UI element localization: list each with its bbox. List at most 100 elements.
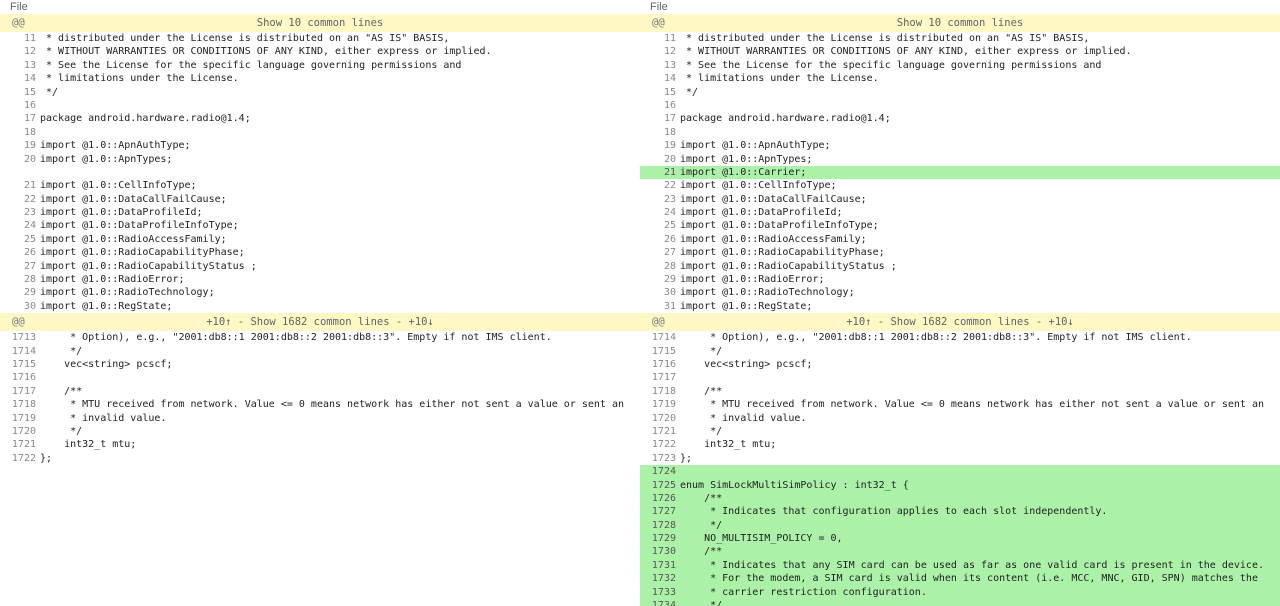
line-text: import @1.0::RadioTechnology; xyxy=(40,287,215,299)
code-line: 29 import @1.0::RadioError; xyxy=(640,273,1280,286)
line-text: * Indicates that any SIM card can be use… xyxy=(680,559,1264,571)
line-number: 20 xyxy=(663,153,676,165)
line-text xyxy=(680,371,1280,384)
line-text: import @1.0::DataProfileInfoType; xyxy=(680,220,879,232)
line-number: 1722 xyxy=(651,439,676,451)
line-text: */ xyxy=(40,86,59,98)
line-text: /** xyxy=(40,385,83,397)
line-number: 1729 xyxy=(651,533,676,545)
line-number: 19 xyxy=(663,140,676,152)
line-number: 14 xyxy=(23,73,36,85)
line-number: 1715 xyxy=(651,345,676,357)
line-text: * Option), e.g., "2001:db8::1 2001:db8::… xyxy=(40,332,552,344)
line-number: 19 xyxy=(23,140,36,152)
line-text: vec<string> pcscf; xyxy=(40,358,173,370)
line-text: * Option), e.g., "2001:db8::1 2001:db8::… xyxy=(680,332,1192,344)
code-line: 19 import @1.0::ApnAuthType; xyxy=(640,139,1280,152)
code-line: 1717 xyxy=(640,371,1280,384)
line-text: import @1.0::RegState; xyxy=(40,300,173,312)
line-text xyxy=(40,166,640,179)
hunk-marker: @@ xyxy=(12,316,25,329)
hunk-marker: @@ xyxy=(652,316,665,329)
line-text: * MTU received from network. Value <= 0 … xyxy=(40,399,624,411)
code-block: 1714 * Option), e.g., "2001:db8::1 2001:… xyxy=(640,331,1280,606)
line-number: 1718 xyxy=(651,385,676,397)
code-line: 1714 * Option), e.g., "2001:db8::1 2001:… xyxy=(640,331,1280,344)
line-number: 1720 xyxy=(11,425,36,437)
added-code-line: 1732 * For the modem, a SIM card is vali… xyxy=(640,572,1280,586)
line-number: 30 xyxy=(23,300,36,312)
code-line: 1722}; xyxy=(0,452,640,465)
code-line: 1723}; xyxy=(640,452,1280,465)
line-text: */ xyxy=(40,345,83,357)
code-block: 11 * distributed under the License is di… xyxy=(640,32,1280,313)
line-text: */ xyxy=(680,600,723,606)
line-number: 26 xyxy=(23,247,36,259)
line-text: /** xyxy=(680,546,723,558)
line-text: }; xyxy=(40,452,53,464)
line-number: 13 xyxy=(663,59,676,71)
line-text: */ xyxy=(680,519,723,531)
line-text: import @1.0::RadioError; xyxy=(680,274,825,286)
code-line: 17 package android.hardware.radio@1.4; xyxy=(640,112,1280,125)
expand-common-lines-button[interactable]: @@ Show 10 common lines xyxy=(0,14,640,32)
line-number: 24 xyxy=(663,207,676,219)
line-number: 11 xyxy=(23,33,36,44)
line-text: int32_t mtu; xyxy=(40,439,137,451)
added-code-line: 1729 NO_MULTISIM_POLICY = 0, xyxy=(640,532,1280,546)
line-text: import @1.0::ApnAuthType; xyxy=(680,140,831,152)
line-number: 22 xyxy=(663,180,676,192)
line-text: /** xyxy=(680,385,723,397)
code-line: 1714 */ xyxy=(0,345,640,358)
line-text: import @1.0::DataCallFailCause; xyxy=(680,193,867,205)
code-line: 26 import @1.0::RadioCapabilityPhase; xyxy=(0,246,640,259)
line-number: 23 xyxy=(23,207,36,219)
code-line: 28 import @1.0::RadioError; xyxy=(0,273,640,286)
code-line: 19 import @1.0::ApnAuthType; xyxy=(0,139,640,152)
line-number: 12 xyxy=(663,46,676,58)
right-diff-pane: File @@ Show 10 common lines 11 * distri… xyxy=(640,0,1280,606)
code-line: 28 import @1.0::RadioCapabilityStatus ; xyxy=(640,260,1280,273)
line-number: 1731 xyxy=(651,559,676,571)
line-text: import @1.0::RadioCapabilityPhase; xyxy=(40,247,245,259)
line-text: * limitations under the License. xyxy=(40,73,239,85)
expand-common-lines-button[interactable]: @@ Show 10 common lines xyxy=(640,14,1280,32)
line-text: }; xyxy=(680,452,693,464)
hunk-label[interactable]: +10↑ - Show 1682 common lines - +10↓ xyxy=(0,313,640,331)
line-text: int32_t mtu; xyxy=(680,439,777,451)
code-line xyxy=(0,165,640,180)
line-number: 1720 xyxy=(651,412,676,424)
line-text: * For the modem, a SIM card is valid whe… xyxy=(680,573,1258,585)
line-text: */ xyxy=(680,86,699,98)
line-text: * distributed under the License is distr… xyxy=(40,33,450,44)
expand-common-lines-button[interactable]: @@ +10↑ - Show 1682 common lines - +10↓ xyxy=(640,313,1280,332)
code-line: 27 import @1.0::RadioCapabilityPhase; xyxy=(640,246,1280,259)
line-number: 21 xyxy=(663,166,676,178)
line-number: 20 xyxy=(23,153,36,165)
code-line: 11 * distributed under the License is di… xyxy=(0,32,640,45)
code-line: 26 import @1.0::RadioAccessFamily; xyxy=(640,233,1280,246)
hunk-label[interactable]: Show 10 common lines xyxy=(0,14,640,32)
line-text: import @1.0::Carrier; xyxy=(680,166,807,178)
line-text: * Indicates that configuration applies t… xyxy=(680,506,1108,518)
line-number: 15 xyxy=(23,86,36,98)
expand-common-lines-button[interactable]: @@ +10↑ - Show 1682 common lines - +10↓ xyxy=(0,313,640,332)
line-text: import @1.0::DataProfileId; xyxy=(40,207,203,219)
line-text: * MTU received from network. Value <= 0 … xyxy=(680,399,1264,411)
line-number: 1714 xyxy=(651,332,676,344)
line-number: 18 xyxy=(663,126,676,138)
line-number: 25 xyxy=(23,233,36,245)
hunk-label[interactable]: +10↑ - Show 1682 common lines - +10↓ xyxy=(640,313,1280,331)
code-line: 15 */ xyxy=(640,86,1280,99)
line-number: 31 xyxy=(663,300,676,312)
code-line: 20 import @1.0::ApnTypes; xyxy=(0,153,640,166)
code-line: 1720 */ xyxy=(0,425,640,438)
line-number: 1713 xyxy=(11,332,36,344)
line-number: 1718 xyxy=(11,399,36,411)
code-line: 17 package android.hardware.radio@1.4; xyxy=(0,112,640,125)
line-text xyxy=(40,99,640,112)
hunk-label[interactable]: Show 10 common lines xyxy=(640,14,1280,32)
line-number: 30 xyxy=(663,287,676,299)
line-number: 12 xyxy=(23,46,36,58)
code-line: 1713 * Option), e.g., "2001:db8::1 2001:… xyxy=(0,331,640,344)
